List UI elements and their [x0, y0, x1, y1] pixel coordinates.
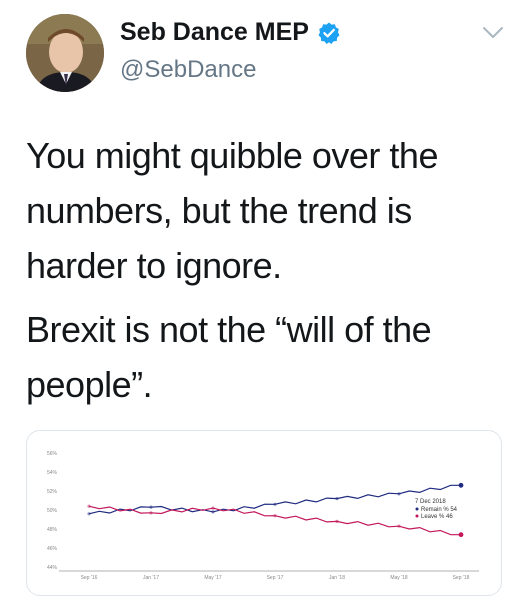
data-point [149, 505, 153, 509]
legend-entry: Remain % 54 [421, 507, 458, 513]
y-tick-label: 52% [47, 489, 58, 495]
poll-chart: 56% 54% 52% 50% 48% 46% 44% Sep '16 Jan '17 May '… [47, 451, 479, 581]
tweet-paragraph: Brexit is not the “will of the people”. [26, 309, 432, 405]
tweet-text: You might quibble over the numbers, but … [26, 128, 506, 421]
tweet-header: Seb Dance MEP @SebDance [0, 0, 527, 110]
data-point [87, 512, 91, 516]
avatar-image [26, 14, 104, 92]
y-tick-label: 46% [47, 546, 58, 552]
series-end-marker [458, 482, 464, 488]
data-point [149, 511, 153, 515]
legend-marker [415, 507, 419, 511]
series-line-remain [88, 484, 461, 515]
display-name[interactable]: Seb Dance MEP [120, 18, 309, 47]
tweet-paragraph: You might quibble over the numbers, but … [26, 135, 438, 286]
series-line-leave [88, 505, 461, 536]
x-tick-label: May '18 [390, 575, 408, 581]
y-tick-label: 50% [47, 508, 58, 514]
x-tick-label: Sep '17 [267, 575, 284, 581]
data-point [335, 519, 339, 523]
y-tick-label: 44% [47, 565, 58, 571]
verified-badge-icon [318, 22, 340, 44]
data-point [87, 504, 91, 508]
tweet-media-chart[interactable]: 56% 54% 52% 50% 48% 46% 44% Sep '16 Jan '17 May '… [26, 430, 502, 596]
legend-entry: Leave % 46 [421, 514, 453, 520]
avatar[interactable] [26, 14, 104, 92]
x-tick-label: Sep '16 [81, 575, 98, 581]
x-tick-label: Jan '18 [329, 575, 345, 581]
x-tick-label: May '17 [204, 575, 222, 581]
chevron-down-icon[interactable] [482, 26, 504, 40]
series-end-marker [458, 532, 464, 538]
legend-date: 7 Dec 2018 [415, 499, 446, 505]
data-point [397, 524, 401, 528]
x-tick-label: Jan '17 [143, 575, 159, 581]
y-tick-label: 56% [47, 451, 58, 457]
user-handle[interactable]: @SebDance [120, 56, 256, 84]
x-tick-label: Sep '18 [453, 575, 470, 581]
data-point [397, 492, 401, 496]
y-tick-label: 48% [47, 527, 58, 533]
data-point [211, 510, 215, 514]
legend-marker [415, 514, 419, 518]
data-point [273, 514, 277, 518]
y-tick-label: 54% [47, 470, 58, 476]
data-point [273, 502, 277, 506]
data-point [335, 497, 339, 501]
data-point [211, 506, 215, 510]
